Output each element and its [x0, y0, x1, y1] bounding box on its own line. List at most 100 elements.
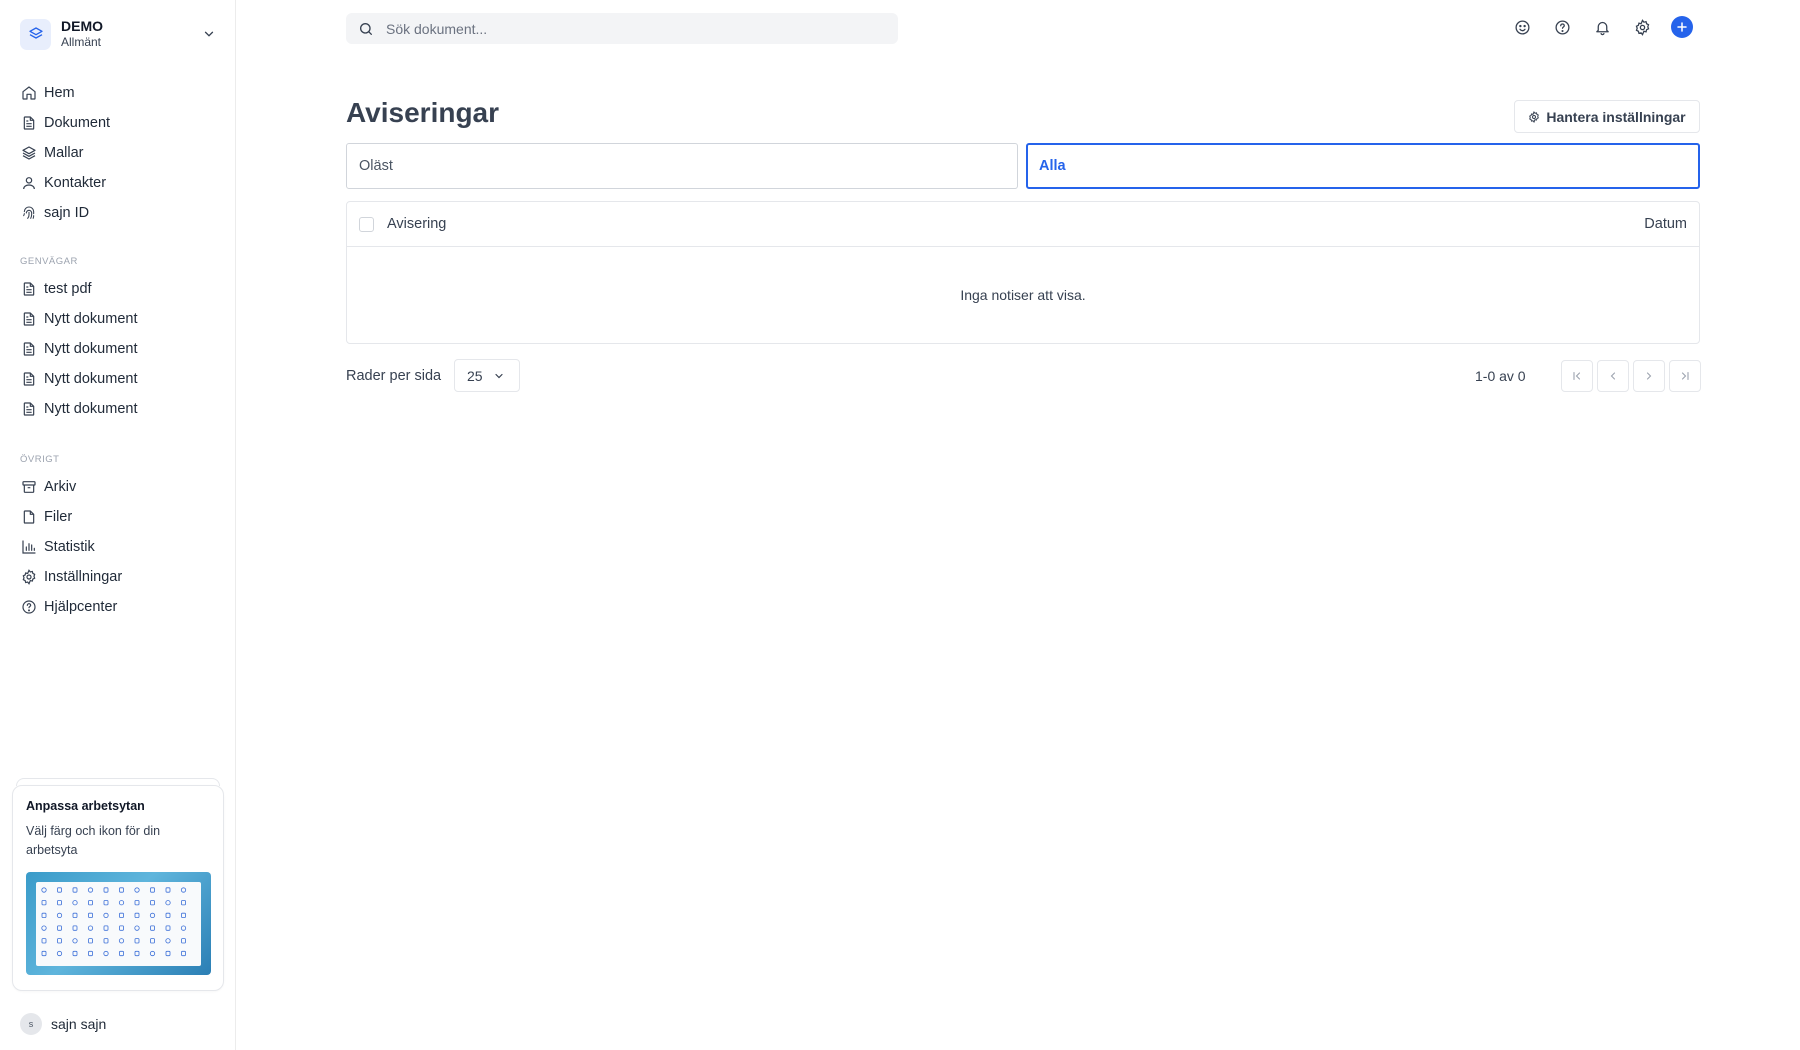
tab-unread[interactable]: Oläst	[346, 143, 1018, 189]
user-menu[interactable]: s sajn sajn	[20, 1013, 106, 1035]
grid-glyph-icon	[165, 912, 171, 919]
sidebar-item-templates[interactable]: Mallar	[20, 138, 218, 168]
smiley-icon[interactable]	[1511, 16, 1533, 38]
grid-glyph-icon	[118, 938, 125, 944]
grid-glyph-icon	[134, 912, 140, 919]
sidebar-item-contacts[interactable]: Kontakter	[20, 168, 218, 198]
shortcut-item[interactable]: Nytt dokument	[20, 364, 218, 394]
sidebar-item-statistics[interactable]: Statistik	[20, 532, 218, 562]
grid-glyph-icon	[103, 912, 109, 919]
grid-glyph-icon	[87, 887, 94, 893]
grid-glyph-icon	[181, 912, 186, 919]
shortcut-item[interactable]: Nytt dokument	[20, 304, 218, 334]
sidebar-item-label: Dokument	[44, 115, 111, 131]
chevron-right-icon	[1643, 370, 1655, 382]
layers-icon	[20, 144, 38, 162]
plus-icon	[1676, 21, 1688, 33]
shortcut-item[interactable]: Nytt dokument	[20, 394, 218, 424]
grid-glyph-icon	[88, 912, 93, 919]
customize-workspace-card[interactable]: Anpassa arbetsytan Välj färg och ikon fö…	[12, 785, 224, 991]
previous-page-button[interactable]	[1597, 360, 1629, 392]
grid-glyph-icon	[181, 900, 186, 906]
rows-per-page-value: 25	[467, 367, 483, 384]
shortcut-label: Nytt dokument	[44, 401, 138, 417]
next-page-button[interactable]	[1633, 360, 1665, 392]
sidebar-item-label: Inställningar	[44, 569, 123, 585]
last-page-button[interactable]	[1669, 360, 1701, 392]
grid-glyph-icon	[72, 938, 78, 944]
grid-glyph-icon	[119, 912, 124, 919]
grid-glyph-icon	[150, 887, 155, 893]
grid-glyph-icon	[72, 925, 78, 931]
sidebar-item-archive[interactable]: Arkiv	[20, 472, 218, 502]
grid-glyph-icon	[88, 900, 93, 906]
grid-glyph-icon	[56, 950, 63, 957]
create-new-button[interactable]	[1671, 16, 1693, 38]
bell-icon[interactable]	[1591, 16, 1613, 38]
grid-glyph-icon	[41, 938, 47, 944]
gear-icon[interactable]	[1631, 16, 1653, 38]
column-header-notice[interactable]: Avisering	[387, 216, 1644, 232]
layers-icon	[20, 18, 51, 50]
grid-glyph-icon	[134, 925, 140, 931]
sidebar-item-label: Hjälpcenter	[44, 599, 118, 615]
sidebar-item-documents[interactable]: Dokument	[20, 108, 218, 138]
grid-glyph-icon	[119, 925, 124, 931]
grid-glyph-icon	[103, 887, 109, 893]
page-title: Aviseringar	[346, 97, 500, 128]
chevron-down-icon	[493, 370, 505, 382]
sidebar-item-help[interactable]: Hjälpcenter	[20, 592, 218, 622]
grid-glyph-icon	[72, 900, 78, 906]
grid-glyph-icon	[103, 900, 109, 906]
chevron-down-icon	[200, 25, 218, 43]
sidebar-item-label: Kontakter	[44, 175, 107, 191]
help-circle-icon[interactable]	[1551, 16, 1573, 38]
sidebar-item-label: sajn ID	[44, 205, 90, 221]
grid-glyph-icon	[57, 900, 62, 906]
home-icon	[20, 84, 38, 102]
first-page-button[interactable]	[1561, 360, 1593, 392]
bar-chart-icon	[20, 538, 38, 556]
grid-glyph-icon	[72, 950, 78, 957]
sidebar-item-label: Filer	[44, 509, 73, 525]
search-bar[interactable]	[346, 13, 898, 44]
grid-glyph-icon	[165, 887, 171, 893]
user-icon	[20, 174, 38, 192]
shortcut-item[interactable]: Nytt dokument	[20, 334, 218, 364]
grid-glyph-icon	[150, 900, 155, 906]
grid-glyph-icon	[72, 887, 78, 893]
search-input[interactable]	[386, 20, 866, 37]
chevron-left-icon	[1607, 370, 1619, 382]
tab-all[interactable]: Alla	[1026, 143, 1700, 189]
column-header-date[interactable]: Datum	[1644, 216, 1687, 232]
grid-glyph-icon	[103, 925, 109, 931]
grid-glyph-icon	[134, 950, 140, 957]
shortcut-item[interactable]: test pdf	[20, 274, 218, 304]
other-nav: ÖVRIGT Arkiv Filer Statistik Inställning…	[20, 452, 218, 622]
select-all-checkbox[interactable]	[359, 216, 374, 232]
other-heading: ÖVRIGT	[20, 454, 60, 465]
grid-glyph-icon	[149, 912, 156, 919]
rows-per-page-label: Rader per sida	[346, 368, 442, 384]
grid-glyph-icon	[150, 938, 155, 944]
file-icon	[20, 508, 38, 526]
grid-glyph-icon	[180, 925, 187, 931]
user-name: sajn sajn	[51, 1016, 107, 1032]
workspace-switcher[interactable]: DEMO Allmänt	[20, 16, 218, 52]
sidebar-item-label: Arkiv	[44, 479, 77, 495]
rows-per-page-select[interactable]: 25	[454, 359, 520, 392]
grid-glyph-icon	[181, 950, 186, 957]
sidebar-item-settings[interactable]: Inställningar	[20, 562, 218, 592]
document-icon	[20, 340, 38, 358]
sidebar-item-home[interactable]: Hem	[20, 78, 218, 108]
grid-glyph-icon	[118, 900, 125, 906]
shortcuts-nav: GENVÄGAR test pdf Nytt dokument Nytt dok…	[20, 254, 218, 424]
grid-glyph-icon	[41, 900, 47, 906]
document-icon	[20, 280, 38, 298]
sidebar-item-files[interactable]: Filer	[20, 502, 218, 532]
gear-icon	[1528, 110, 1540, 123]
fingerprint-icon	[20, 204, 38, 222]
icon-grid-preview-image	[26, 872, 211, 975]
sidebar-item-sajn-id[interactable]: sajn ID	[20, 198, 218, 228]
manage-settings-button[interactable]: Hantera inställningar	[1514, 100, 1700, 133]
